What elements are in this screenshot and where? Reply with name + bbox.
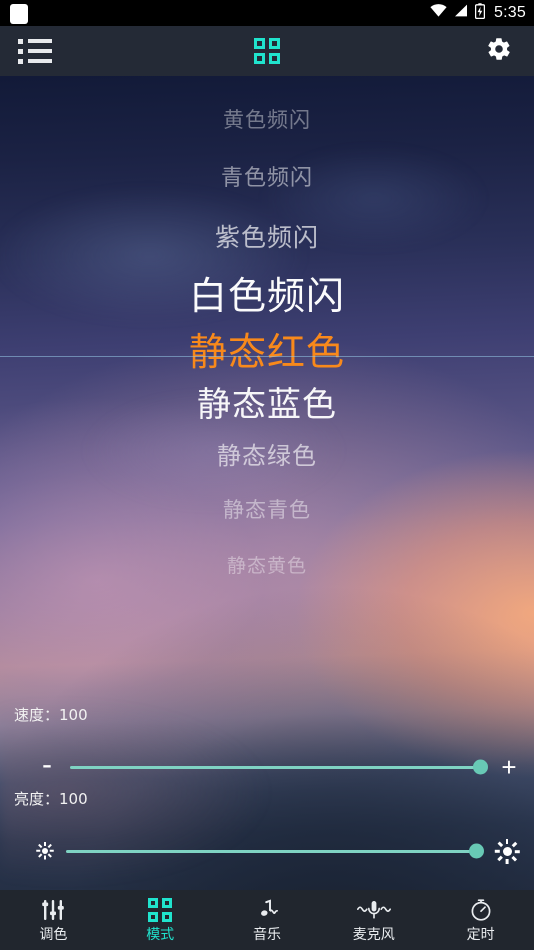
mode-picker-wheel[interactable]: 黄色频闪 青色频闪 紫色频闪 白色频闪 静态红色 静态蓝色 静态绿色 静态青色 … [0, 76, 534, 626]
brightness-slider-row [0, 836, 534, 866]
picker-item-selected[interactable]: 静态红色 [0, 333, 534, 371]
brightness-slider[interactable] [66, 839, 484, 863]
picker-selection-divider [0, 356, 534, 357]
sun-large-icon[interactable] [494, 838, 520, 864]
nav-item-music[interactable]: 音乐 [214, 890, 321, 950]
nav-label-music: 音乐 [252, 926, 281, 943]
brightness-slider-label: 亮度：100 [14, 790, 88, 808]
battery-charging-icon [474, 2, 486, 24]
gear-icon [486, 36, 512, 67]
bottom-navigation: 调色 模式 音乐 麦克风 定时 [0, 890, 534, 950]
grid-icon [254, 38, 280, 64]
brightness-slider-block: 亮度：100 [0, 788, 534, 866]
grid-icon [148, 897, 173, 922]
speed-increase-button[interactable]: + [498, 754, 520, 780]
app-root: 5:35 黄色频闪 青色频闪 紫色频闪 白色频闪 静态红色 静态蓝色 静态绿色 … [0, 0, 534, 950]
list-icon [18, 38, 52, 64]
sun-small-icon[interactable] [36, 842, 54, 860]
status-bar-right: 5:35 [430, 2, 526, 24]
menu-button[interactable] [0, 26, 70, 76]
picker-item[interactable]: 静态黄色 [0, 557, 534, 576]
settings-button[interactable] [464, 26, 534, 76]
signal-icon [454, 4, 468, 22]
picker-item[interactable]: 紫色频闪 [0, 225, 534, 250]
status-bar: 5:35 [0, 0, 534, 26]
main-content: 黄色频闪 青色频闪 紫色频闪 白色频闪 静态红色 静态蓝色 静态绿色 静态青色 … [0, 76, 534, 890]
microphone-icon [356, 899, 391, 921]
nav-label-mode: 模式 [146, 926, 175, 943]
speed-slider-block: 速度：100 - + [0, 704, 534, 782]
timer-icon [469, 898, 493, 921]
speed-decrease-button[interactable]: - [36, 750, 58, 780]
wifi-icon [430, 4, 447, 22]
nav-item-mode[interactable]: 模式 [107, 890, 214, 950]
nav-label-timer: 定时 [466, 926, 495, 943]
status-bar-clock: 5:35 [494, 4, 526, 21]
speed-slider[interactable] [70, 755, 488, 779]
speed-slider-thumb[interactable] [473, 759, 488, 775]
brightness-slider-thumb[interactable] [469, 843, 484, 859]
nav-item-microphone[interactable]: 麦克风 [320, 890, 427, 950]
slider-section: 速度：100 - + 亮度：100 [0, 704, 534, 890]
app-bar-title [70, 38, 464, 64]
notification-square-icon [10, 3, 28, 24]
brightness-slider-track [66, 849, 482, 853]
speed-slider-label: 速度：100 [14, 706, 88, 724]
nav-item-timer[interactable]: 定时 [427, 890, 534, 950]
speed-slider-row: - + [0, 750, 534, 782]
nav-label-color: 调色 [39, 926, 68, 943]
nav-label-microphone: 麦克风 [352, 926, 395, 943]
app-bar [0, 26, 534, 76]
nav-item-color[interactable]: 调色 [0, 890, 107, 950]
picker-item[interactable]: 静态青色 [0, 500, 534, 521]
picker-item[interactable]: 白色频闪 [0, 277, 534, 315]
speed-slider-track [70, 765, 486, 769]
picker-item[interactable]: 静态绿色 [0, 444, 534, 468]
picker-item[interactable]: 黄色频闪 [0, 110, 534, 131]
status-bar-left [10, 3, 28, 24]
music-note-wave-icon [253, 898, 281, 921]
picker-item[interactable]: 青色频闪 [0, 168, 534, 190]
picker-item[interactable]: 静态蓝色 [0, 388, 534, 422]
sliders-icon [41, 899, 65, 921]
